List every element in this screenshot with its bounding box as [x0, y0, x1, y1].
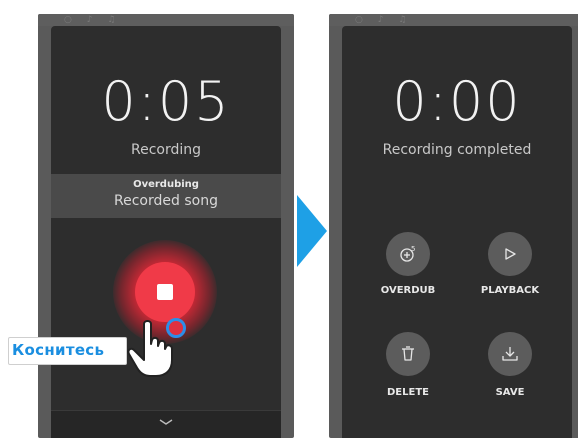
- overdub-icon: 5: [400, 245, 415, 262]
- overdub-label: OVERDUB: [380, 285, 436, 296]
- status-bar: ○ ♪ ♫: [329, 14, 578, 26]
- status-bar-icons: ○ ♪ ♫: [355, 15, 413, 25]
- completed-phone: ○ ♪ ♫ 0:00 Recording completed 5 OVERDUB: [329, 14, 578, 438]
- overdub-button[interactable]: 5: [386, 232, 430, 276]
- play-icon: [505, 248, 516, 260]
- save-label: SAVE: [495, 387, 525, 398]
- playback-label: PLAYBACK: [480, 285, 540, 296]
- pointing-hand-icon: [127, 320, 173, 377]
- bottom-bar: [51, 410, 281, 438]
- delete-button[interactable]: [386, 332, 430, 376]
- recording-timer: 0:05: [101, 70, 231, 133]
- instruction-illustration: ○ ♪ ♫ 0:05 Recording Overdubing Recorded…: [0, 0, 578, 438]
- chevron-down-icon[interactable]: [158, 417, 174, 427]
- overdub-title: Overdubing: [133, 179, 199, 190]
- save-button[interactable]: [488, 332, 532, 376]
- recording-status: Recording: [130, 142, 202, 158]
- tap-callout: Коснитесь: [8, 337, 127, 365]
- stop-icon: [157, 284, 173, 300]
- trash-icon: [402, 346, 414, 361]
- tap-callout-text: Коснитесь: [12, 341, 105, 359]
- delete-label: DELETE: [387, 387, 429, 398]
- status-bar: ○ ♪ ♫: [38, 14, 294, 26]
- completed-timer: 0:00: [392, 70, 522, 133]
- completed-status: Recording completed: [382, 142, 532, 158]
- arrow-right-icon: [297, 195, 327, 267]
- completed-screen: 0:00 Recording completed 5 OVERDUB PLAYB…: [342, 26, 572, 438]
- song-name: Recorded song: [114, 193, 218, 209]
- playback-button[interactable]: [488, 232, 532, 276]
- save-download-icon: [502, 347, 518, 361]
- overdub-banner: Overdubing Recorded song: [51, 174, 281, 218]
- svg-text:5: 5: [411, 245, 415, 253]
- status-bar-icons: ○ ♪ ♫: [64, 15, 122, 25]
